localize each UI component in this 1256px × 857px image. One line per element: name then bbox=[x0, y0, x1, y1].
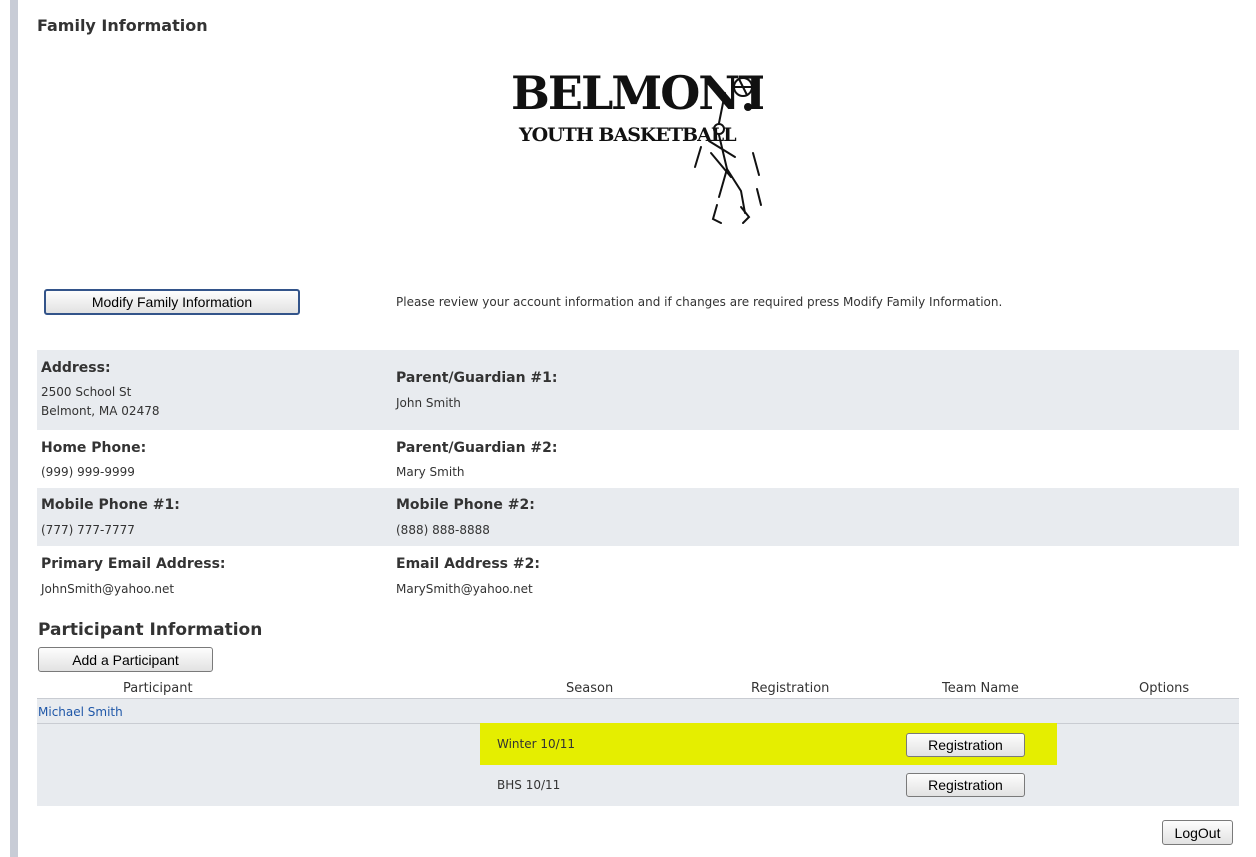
registration-button-bhs[interactable]: Registration bbox=[906, 773, 1025, 797]
left-accent-bar bbox=[10, 0, 18, 857]
mobile2-label: Mobile Phone #2: bbox=[396, 497, 535, 513]
mobile1-value: (777) 777-7777 bbox=[41, 523, 135, 537]
col-options: Options bbox=[1139, 681, 1190, 696]
mobile-row bbox=[37, 488, 1239, 546]
parent2-label: Parent/Guardian #2: bbox=[396, 440, 558, 456]
season-winter: Winter 10/11 bbox=[497, 737, 575, 751]
logo-subtitle: YOUTH BASKETBALL bbox=[518, 124, 736, 146]
review-instructions: Please review your account information a… bbox=[396, 295, 1003, 309]
registration-button-winter[interactable]: Registration bbox=[906, 733, 1025, 757]
home-phone-value: (999) 999-9999 bbox=[41, 465, 135, 479]
col-team-name: Team Name bbox=[942, 681, 1019, 696]
season-bhs: BHS 10/11 bbox=[497, 778, 561, 792]
participant-name-link[interactable]: Michael Smith bbox=[38, 705, 123, 719]
email1-label: Primary Email Address: bbox=[41, 556, 226, 572]
home-phone-label: Home Phone: bbox=[41, 440, 147, 456]
logout-button[interactable]: LogOut bbox=[1162, 820, 1233, 845]
col-participant: Participant bbox=[123, 681, 193, 696]
address-row bbox=[37, 350, 1239, 430]
address-label: Address: bbox=[41, 360, 111, 376]
participant-info-title: Participant Information bbox=[38, 620, 263, 640]
email2-label: Email Address #2: bbox=[396, 556, 540, 572]
col-season: Season bbox=[566, 681, 614, 696]
add-participant-button[interactable]: Add a Participant bbox=[38, 647, 213, 672]
email2-value: MarySmith@yahoo.net bbox=[396, 582, 533, 596]
belmont-youth-basketball-logo: BELMONT YOUTH BASKETBALL bbox=[505, 57, 763, 229]
parent1-label: Parent/Guardian #1: bbox=[396, 370, 558, 386]
family-info-title: Family Information bbox=[37, 16, 208, 35]
address-line2: Belmont, MA 02478 bbox=[41, 404, 160, 418]
mobile2-value: (888) 888-8888 bbox=[396, 523, 490, 537]
modify-family-button[interactable]: Modify Family Information bbox=[44, 289, 300, 315]
parent1-value: John Smith bbox=[396, 396, 461, 410]
mobile1-label: Mobile Phone #1: bbox=[41, 497, 180, 513]
parent2-value: Mary Smith bbox=[396, 465, 465, 479]
participant-row bbox=[37, 699, 1239, 723]
col-registration: Registration bbox=[751, 681, 830, 696]
address-line1: 2500 School St bbox=[41, 385, 132, 399]
email1-value: JohnSmith@yahoo.net bbox=[41, 582, 175, 596]
